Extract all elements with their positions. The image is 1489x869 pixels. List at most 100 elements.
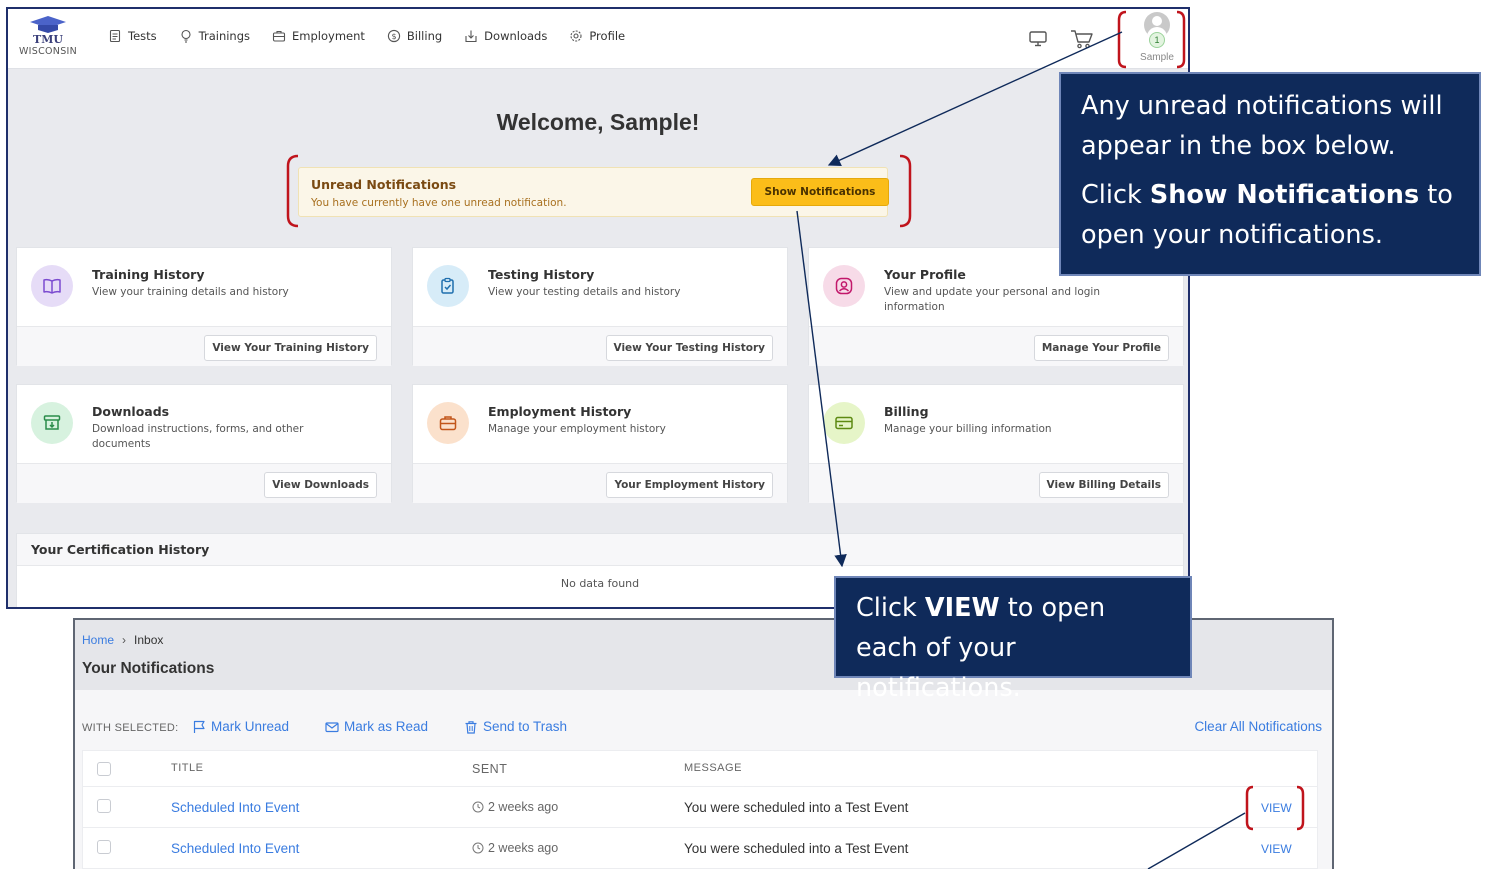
bulk-actions-toolbar: WITH SELECTED: Mark Unread Mark as Read … — [82, 719, 1322, 739]
sent-time-text: 2 weeks ago — [488, 841, 559, 855]
mark-unread-button[interactable]: Mark Unread — [192, 719, 289, 734]
welcome-heading: Welcome, Sample! — [496, 109, 700, 135]
breadcrumb: Home › Inbox — [82, 633, 163, 647]
downloads-card: Downloads Download instructions, forms, … — [16, 384, 392, 503]
flag-icon — [193, 720, 205, 733]
nav-tests[interactable]: Tests — [108, 29, 157, 43]
nav-downloads[interactable]: Downloads — [464, 29, 547, 43]
view-button[interactable]: VIEW — [1261, 842, 1292, 856]
card-description: Manage your billing information — [884, 423, 1052, 435]
nav-profile-label: Profile — [589, 29, 626, 43]
user-menu[interactable]: 1 Sample — [1133, 12, 1181, 68]
callout-show-notifications: Any unread notifications will appear in … — [1059, 72, 1481, 276]
column-sent-header: SENT — [472, 762, 508, 776]
nav-employment[interactable]: Employment — [272, 29, 365, 43]
logo-subtext: WISCONSIN — [18, 46, 78, 57]
nav-trainings-label: Trainings — [198, 29, 251, 43]
breadcrumb-home-link[interactable]: Home — [82, 633, 114, 647]
sent-time: 2 weeks ago — [472, 800, 558, 814]
main-nav: Tests Trainings Employment $ Billing Dow… — [108, 29, 625, 43]
table-header: TITLE SENT MESSAGE — [83, 751, 1317, 787]
nav-downloads-label: Downloads — [484, 29, 548, 43]
view-training-history-button[interactable]: View Your Training History — [204, 335, 377, 361]
column-message-header: MESSAGE — [684, 762, 742, 774]
page-title: Your Notifications — [82, 660, 215, 677]
send-to-trash-label: Send to Trash — [483, 719, 568, 734]
tmu-logo[interactable]: TMU WISCONSIN — [16, 15, 80, 65]
sent-time: 2 weeks ago — [472, 841, 558, 855]
svg-text:$: $ — [391, 32, 396, 41]
user-circle-icon — [823, 265, 865, 307]
envelope-icon — [325, 721, 339, 732]
archive-download-icon — [31, 402, 73, 444]
card-title: Training History — [92, 267, 205, 282]
notifications-panel: WITH SELECTED: Mark Unread Mark as Read … — [75, 690, 1332, 869]
select-all-checkbox[interactable] — [97, 762, 111, 776]
briefcase-icon — [427, 402, 469, 444]
notification-title-link[interactable]: Scheduled Into Event — [171, 841, 299, 856]
briefcase-icon — [272, 30, 286, 42]
card-title: Testing History — [488, 267, 595, 282]
nav-profile[interactable]: Profile — [569, 29, 625, 43]
trash-icon — [465, 720, 477, 734]
billing-card: Billing Manage your billing information … — [808, 384, 1184, 503]
card-description: Manage your employment history — [488, 423, 666, 435]
credit-card-icon — [823, 402, 865, 444]
cart-icon[interactable] — [1070, 28, 1094, 50]
view-downloads-button[interactable]: View Downloads — [264, 472, 377, 498]
card-description: View your testing details and history — [488, 286, 681, 298]
nav-employment-label: Employment — [292, 29, 365, 43]
notification-title-link[interactable]: Scheduled Into Event — [171, 800, 299, 815]
sent-time-text: 2 weeks ago — [488, 800, 559, 814]
training-history-card: Training History View your training deta… — [16, 247, 392, 366]
testing-history-card: Testing History View your testing detail… — [412, 247, 788, 366]
user-name-label: Sample — [1140, 52, 1174, 63]
mark-as-read-button[interactable]: Mark as Read — [325, 719, 428, 734]
graduation-cap-icon — [28, 15, 68, 33]
annotated-screenshot: TMU WISCONSIN Tests Trainings Employment — [0, 0, 1489, 869]
nav-trainings[interactable]: Trainings — [179, 29, 250, 43]
view-billing-details-button[interactable]: View Billing Details — [1038, 472, 1169, 498]
breadcrumb-chevron-icon: › — [122, 633, 127, 647]
row-checkbox[interactable] — [97, 799, 111, 813]
notification-count-badge: 1 — [1149, 32, 1165, 48]
notification-message: You were scheduled into a Test Event — [684, 800, 909, 815]
manage-your-profile-button[interactable]: Manage Your Profile — [1033, 335, 1169, 361]
dollar-icon: $ — [387, 29, 401, 43]
document-icon — [109, 29, 121, 43]
clipboard-check-icon — [427, 265, 469, 307]
view-testing-history-button[interactable]: View Your Testing History — [605, 335, 773, 361]
card-title: Employment History — [488, 404, 632, 419]
callout-view-notifications: Click VIEW to open each of your notifica… — [834, 576, 1192, 703]
with-selected-label: WITH SELECTED: — [82, 722, 179, 734]
nav-billing[interactable]: $ Billing — [387, 29, 442, 43]
show-notifications-button[interactable]: Show Notifications — [751, 178, 889, 206]
breadcrumb-current: Inbox — [134, 633, 164, 647]
column-title-header: TITLE — [171, 762, 204, 774]
top-navigation-bar: TMU WISCONSIN Tests Trainings Employment — [8, 9, 1188, 69]
unread-notifications-banner: Unread Notifications You have currently … — [298, 167, 889, 217]
monitor-icon[interactable] — [1028, 29, 1048, 49]
nav-tests-label: Tests — [128, 29, 157, 43]
gear-icon — [570, 30, 582, 42]
callout-text-instruction: Click Show Notifications to open your no… — [1081, 180, 1453, 250]
your-employment-history-button[interactable]: Your Employment History — [606, 472, 773, 498]
nav-billing-label: Billing — [406, 29, 443, 43]
notifications-table: TITLE SENT MESSAGE Scheduled Into Event … — [82, 750, 1318, 869]
card-title: Billing — [884, 404, 929, 419]
card-title: Downloads — [92, 404, 170, 419]
row-checkbox[interactable] — [97, 840, 111, 854]
unread-notifications-text: You have currently have one unread notif… — [311, 197, 567, 209]
card-description: View your training details and history — [92, 286, 289, 298]
card-description: Download instructions, forms, and other … — [92, 423, 304, 450]
table-row: Scheduled Into Event 2 weeks ago You wer… — [83, 828, 1317, 869]
send-to-trash-button[interactable]: Send to Trash — [464, 719, 567, 734]
clock-icon — [472, 842, 484, 854]
employment-history-card: Employment History Manage your employmen… — [412, 384, 788, 503]
view-button[interactable]: VIEW — [1261, 801, 1292, 815]
card-title: Your Profile — [884, 267, 966, 282]
notification-message: You were scheduled into a Test Event — [684, 841, 909, 856]
clear-all-notifications-link[interactable]: Clear All Notifications — [1194, 719, 1322, 734]
unread-notifications-title: Unread Notifications — [311, 177, 457, 192]
dashboard-screenshot: TMU WISCONSIN Tests Trainings Employment — [6, 7, 1190, 609]
